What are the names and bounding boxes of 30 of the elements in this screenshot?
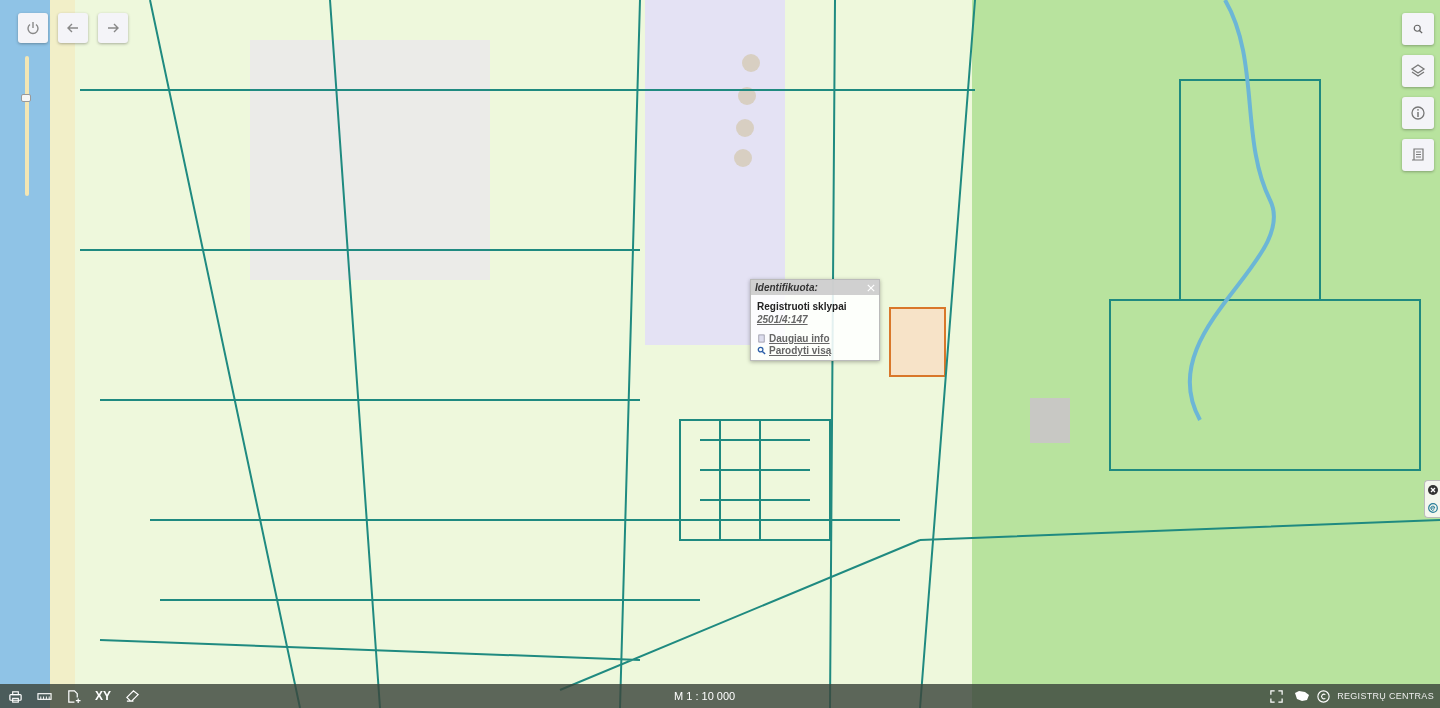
coordinates-button[interactable]: XY bbox=[91, 687, 115, 705]
e-icon[interactable] bbox=[1427, 503, 1438, 513]
eraser-icon bbox=[125, 688, 140, 704]
copyright-text: REGISTRŲ CENTRAS bbox=[1337, 691, 1435, 701]
copyright-icon bbox=[1316, 688, 1332, 704]
zoom-slider-thumb[interactable] bbox=[21, 94, 31, 102]
layer-name: Registruoti sklypai bbox=[757, 301, 848, 312]
search-icon bbox=[757, 346, 766, 355]
map-scale: M 1 : 10 000 bbox=[674, 690, 736, 702]
expand-icon bbox=[1269, 688, 1285, 704]
power-button[interactable] bbox=[18, 13, 48, 43]
close-icon[interactable] bbox=[1427, 485, 1438, 495]
forward-arrow-button[interactable] bbox=[98, 13, 128, 43]
parcel-link[interactable]: 2501/4:147 bbox=[757, 314, 808, 325]
document-button[interactable] bbox=[1402, 139, 1434, 171]
add-document-icon bbox=[66, 688, 81, 704]
info-button[interactable] bbox=[1402, 97, 1434, 129]
printer-icon bbox=[8, 688, 23, 704]
popup-title: Identifikuota: bbox=[755, 282, 818, 293]
back-arrow-button[interactable] bbox=[58, 13, 88, 43]
show-all-link[interactable]: Parodyti visą bbox=[757, 345, 832, 356]
more-info-link[interactable]: Daugiau info bbox=[757, 333, 830, 344]
document-icon bbox=[757, 334, 766, 343]
info-icon bbox=[1410, 105, 1426, 121]
document-icon bbox=[1410, 147, 1426, 163]
layers-button[interactable] bbox=[1402, 55, 1434, 87]
layers-icon bbox=[1410, 63, 1426, 79]
power-icon bbox=[25, 20, 41, 36]
search-button[interactable] bbox=[1402, 13, 1434, 45]
search-icon bbox=[1412, 23, 1424, 35]
